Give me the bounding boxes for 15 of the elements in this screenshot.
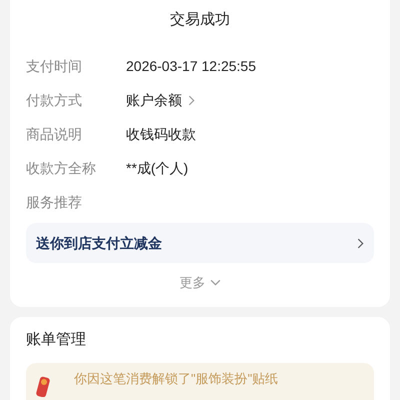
promo-banner[interactable]: 送你到店支付立减金 — [26, 223, 374, 263]
detail-label: 商品说明 — [26, 125, 83, 144]
chevron-down-icon — [210, 279, 220, 286]
chevron-right-icon — [188, 95, 195, 106]
detail-link[interactable]: 账户余额 — [126, 90, 195, 111]
detail-label: 收款方全称 — [26, 159, 97, 178]
detail-value: 2026-03-17 12:25:55 — [126, 57, 256, 76]
detail-label: 付款方式 — [26, 91, 83, 110]
detail-label: 支付时间 — [26, 57, 83, 76]
status-text: 交易成功 — [169, 10, 231, 30]
detail-value: **成(个人) — [126, 159, 188, 178]
detail-value: 收钱码收款 — [126, 125, 196, 144]
section-label: 服务推荐 — [26, 193, 82, 212]
section-title: 账单管理 — [26, 330, 87, 350]
chevron-right-icon — [357, 238, 364, 248]
